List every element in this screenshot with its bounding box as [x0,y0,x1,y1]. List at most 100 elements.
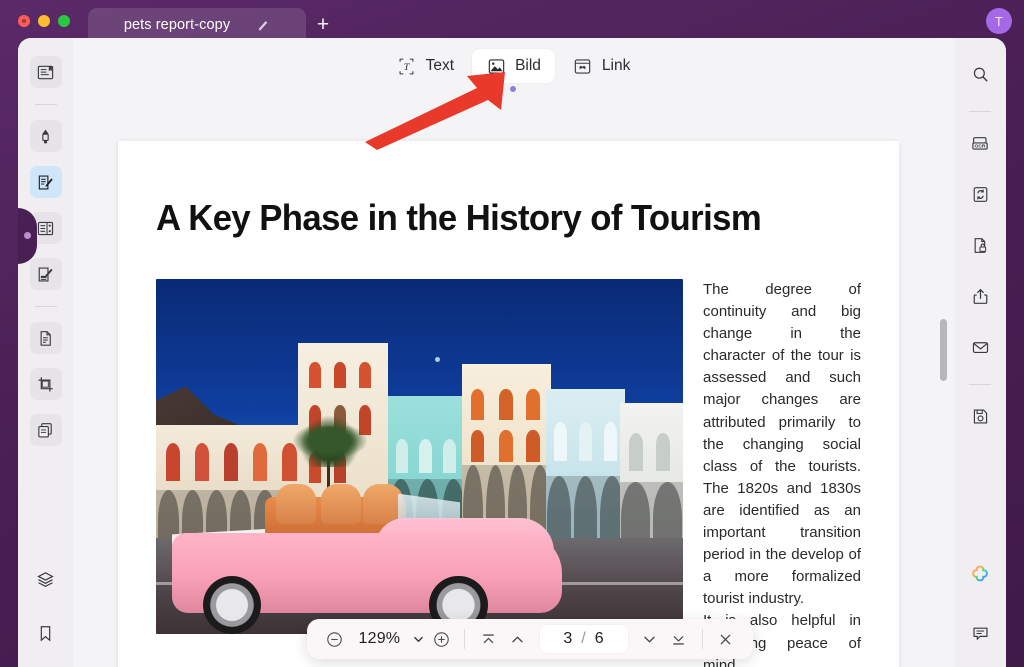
reader-view-icon [36,63,55,82]
sidebar-item-compare-pages[interactable] [29,414,62,446]
right-sidebar-divider-2 [969,384,991,385]
zoom-in-button[interactable] [428,625,456,653]
sidebar-item-bookmarks[interactable] [30,617,62,649]
document-page[interactable]: A Key Phase in the History of Tourism Th… [118,141,899,667]
document-scrollbar-thumb[interactable] [940,319,947,381]
sidebar-item-layers[interactable] [30,563,62,595]
close-x-icon [717,631,734,648]
sidebar-item-annotate-edit[interactable] [29,166,62,198]
new-tab-button[interactable]: + [306,8,340,42]
right-sidebar-item-save[interactable] [964,400,996,432]
chevron-up-icon [509,631,526,648]
annotation-dot [510,86,516,92]
last-page-button[interactable] [665,625,693,653]
share-export-icon [971,287,990,306]
photo-building-white-right [619,403,683,539]
right-sidebar-item-mail[interactable] [964,331,996,363]
document-tab[interactable]: pets report-copy [88,8,306,42]
sidebar-divider [34,104,57,105]
total-pages-value: 6 [594,630,604,647]
zoom-level-label[interactable]: 129% [351,630,409,648]
sidebar-item-highlighter[interactable] [29,120,62,152]
mode-button-text[interactable]: T Text [383,49,468,83]
svg-text:OCR: OCR [975,143,986,149]
next-page-button[interactable] [636,625,664,653]
bookmark-icon [36,624,55,643]
sidebar-item-signature[interactable] [29,258,62,290]
chevron-down-icon[interactable] [410,628,426,650]
image-icon [486,57,506,75]
bottom-toolbar: 129% 3 / 6 [307,619,753,659]
right-sidebar-divider [969,111,991,112]
compare-pages-icon [36,421,55,440]
pencil-icon[interactable] [256,18,270,32]
toolbar-divider-2 [701,629,703,649]
photo-arcade-right [619,481,683,539]
ocr-icon: OCR [970,134,990,153]
mode-button-bild[interactable]: Bild [472,49,555,83]
sidebar-item-organize-pages[interactable] [29,322,62,354]
document-paragraph: The degree of continuity and big change … [703,281,861,608]
document-image[interactable] [156,279,683,634]
maximize-window-button[interactable] [58,15,70,27]
form-fields-icon [36,219,55,238]
right-sidebar-bottom-group [954,559,1006,649]
sidebar-divider-2 [34,306,57,307]
zoom-out-button[interactable] [321,625,349,653]
window-frame: pets report-copy + T T Text Bild Link A … [0,0,1024,667]
toolbar-divider [464,629,466,649]
sidebar-item-reader-view[interactable] [29,56,62,88]
right-sidebar-item-convert[interactable] [964,178,996,210]
comment-bubble-icon [971,624,990,643]
page-columns: The degree of continuity and big change … [156,279,861,667]
layers-icon [36,570,55,589]
current-page-value[interactable]: 3 [563,630,572,648]
text-box-icon: T [397,57,417,75]
mode-button-link-label: Link [601,57,631,74]
page-separator: / [581,630,586,647]
close-toolbar-button[interactable] [712,625,740,653]
right-sidebar-item-protect[interactable] [964,229,996,261]
sidebar-item-crop[interactable] [29,368,62,400]
mode-button-link[interactable]: Link [559,49,644,83]
chevron-down-icon [641,631,658,648]
page-title: A Key Phase in the History of Tourism [156,197,762,238]
minus-circle-icon [326,631,343,648]
traffic-light-controls [18,15,70,27]
minimize-window-button[interactable] [38,15,50,27]
close-window-button[interactable] [18,15,30,27]
link-box-icon [573,57,593,75]
first-page-icon [480,631,497,648]
plus-circle-icon [433,631,450,648]
mail-icon [971,338,990,357]
left-sidebar-bottom-group [18,563,73,649]
annotate-edit-icon [36,173,55,192]
crop-icon [36,375,55,394]
right-sidebar-item-ocr[interactable]: OCR [964,127,996,159]
document-text-column[interactable]: The degree of continuity and big change … [703,279,861,667]
svg-text:T: T [404,61,411,72]
app-body: T Text Bild Link A Key Phase in the Hist… [18,38,1006,667]
document-canvas[interactable]: A Key Phase in the History of Tourism Th… [73,94,954,667]
previous-page-button[interactable] [504,625,532,653]
avatar[interactable]: T [986,8,1012,34]
mode-button-bild-label: Bild [515,57,541,74]
right-sidebar-item-comments[interactable] [964,617,996,649]
page-indicator[interactable]: 3 / 6 [539,625,628,653]
document-tab-title: pets report-copy [123,17,231,33]
highlighter-icon [36,127,55,146]
protect-lock-icon [971,236,990,255]
document-scrollbar[interactable] [938,94,948,667]
right-sidebar-item-share[interactable] [964,280,996,312]
save-disk-icon [971,407,990,426]
organize-pages-icon [36,329,55,348]
right-sidebar-item-search[interactable] [964,58,996,90]
signature-icon [36,265,55,284]
title-bar: pets report-copy + T [0,0,1024,42]
right-sidebar-item-ai-assistant[interactable] [964,559,996,591]
convert-icon [971,185,990,204]
last-page-icon [670,631,687,648]
right-sidebar: OCR [954,38,1006,667]
first-page-button[interactable] [474,625,502,653]
photo-pink-convertible [171,481,562,634]
